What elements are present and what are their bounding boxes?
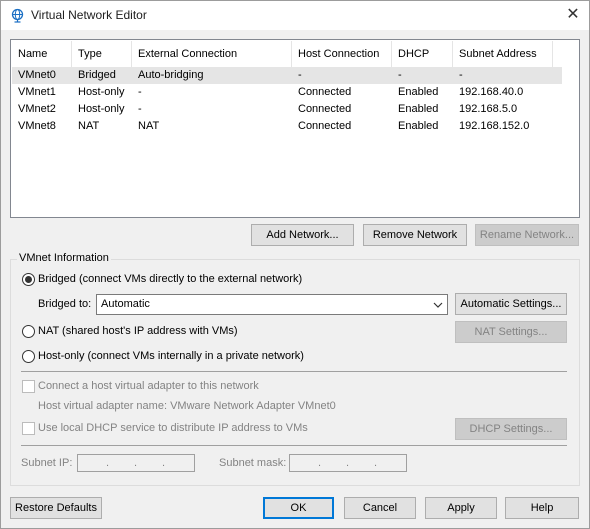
column-header-dhcp[interactable]: DHCP <box>392 41 453 68</box>
divider <box>21 445 567 446</box>
cell-subnet: 192.168.152.0 <box>459 120 530 132</box>
cell-dhcp: Enabled <box>398 120 439 132</box>
subnet-mask-label: Subnet mask: <box>219 457 287 469</box>
column-header-name[interactable]: Name <box>12 41 72 68</box>
cell-host: Connected <box>298 103 352 115</box>
help-button[interactable]: Help <box>505 497 579 519</box>
cell-host: Connected <box>298 120 352 132</box>
cancel-button[interactable]: Cancel <box>344 497 416 519</box>
ip-dot: . <box>106 457 110 469</box>
cell-subnet: 192.168.5.0 <box>459 103 518 115</box>
bridged-radio[interactable] <box>22 273 35 286</box>
dhcp-settings-button[interactable]: DHCP Settings... <box>455 418 567 440</box>
nat-settings-button[interactable]: NAT Settings... <box>455 321 567 343</box>
adapter-name-label: Host virtual adapter name: VMware Networ… <box>38 400 336 412</box>
connect-adapter-checkbox[interactable] <box>22 380 35 393</box>
cell-type: Host-only <box>78 86 125 98</box>
ip-dot: . <box>134 457 138 469</box>
host-only-label[interactable]: Host-only (connect VMs internally in a p… <box>38 349 304 363</box>
window-title: Virtual Network Editor <box>31 8 147 22</box>
group-legend: VMnet Information <box>17 252 111 264</box>
subnet-ip-label: Subnet IP: <box>21 457 73 469</box>
cell-external: - <box>138 86 142 98</box>
network-globe-icon <box>11 8 24 23</box>
table-row[interactable]: VMnet1 Host-only - Connected Enabled 192… <box>12 84 562 101</box>
list-header: Name Type External Connection Host Conne… <box>12 41 562 68</box>
cell-external: NAT <box>138 120 160 132</box>
cell-type: NAT <box>78 120 100 132</box>
column-header-external-connection[interactable]: External Connection <box>132 41 292 68</box>
automatic-settings-button[interactable]: Automatic Settings... <box>455 293 567 315</box>
ip-dot: . <box>318 457 322 469</box>
bridged-to-value: Automatic <box>101 298 150 310</box>
table-row[interactable]: VMnet8 NAT NAT Connected Enabled 192.168… <box>12 118 562 135</box>
bridged-to-select[interactable]: Automatic <box>96 294 448 315</box>
cell-external: Auto-bridging <box>138 69 204 81</box>
cell-name: VMnet2 <box>18 103 56 115</box>
bridged-to-label: Bridged to: <box>38 298 92 310</box>
rename-network-button[interactable]: Rename Network... <box>475 224 579 246</box>
add-network-button[interactable]: Add Network... <box>251 224 354 246</box>
bridged-label[interactable]: Bridged (connect VMs directly to the ext… <box>38 272 302 286</box>
cell-name: VMnet1 <box>18 86 56 98</box>
column-header-subnet-address[interactable]: Subnet Address <box>453 41 553 68</box>
title-bar: Virtual Network Editor ✕ <box>0 0 590 31</box>
chevron-down-icon <box>433 302 443 308</box>
nat-label[interactable]: NAT (shared host's IP address with VMs) <box>38 324 238 338</box>
column-header-host-connection[interactable]: Host Connection <box>292 41 392 68</box>
ip-dot: . <box>374 457 378 469</box>
remove-network-button[interactable]: Remove Network <box>363 224 467 246</box>
connect-adapter-label[interactable]: Connect a host virtual adapter to this n… <box>38 379 259 393</box>
table-row[interactable]: VMnet0 Bridged Auto-bridging - - - <box>12 67 562 84</box>
cell-host: - <box>298 69 302 81</box>
divider <box>21 371 567 372</box>
cell-type: Host-only <box>78 103 125 115</box>
cell-subnet: - <box>459 69 463 81</box>
cell-dhcp: Enabled <box>398 103 439 115</box>
ip-dot: . <box>162 457 166 469</box>
close-icon[interactable]: ✕ <box>562 5 584 27</box>
apply-button[interactable]: Apply <box>425 497 497 519</box>
table-row[interactable]: VMnet2 Host-only - Connected Enabled 192… <box>12 101 562 118</box>
column-header-type[interactable]: Type <box>72 41 132 68</box>
cell-external: - <box>138 103 142 115</box>
ip-dot: . <box>346 457 350 469</box>
cell-dhcp: - <box>398 69 402 81</box>
cell-type: Bridged <box>78 69 116 81</box>
ok-button[interactable]: OK <box>263 497 334 519</box>
host-only-radio[interactable] <box>22 350 35 363</box>
subnet-mask-field[interactable]: . . . <box>289 454 407 472</box>
nat-radio[interactable] <box>22 325 35 338</box>
cell-subnet: 192.168.40.0 <box>459 86 524 98</box>
cell-name: VMnet0 <box>18 69 56 81</box>
cell-dhcp: Enabled <box>398 86 439 98</box>
dhcp-label[interactable]: Use local DHCP service to distribute IP … <box>38 421 308 435</box>
dhcp-checkbox[interactable] <box>22 422 35 435</box>
network-list[interactable]: Name Type External Connection Host Conne… <box>10 39 580 218</box>
subnet-ip-field[interactable]: . . . <box>77 454 195 472</box>
cell-host: Connected <box>298 86 352 98</box>
cell-name: VMnet8 <box>18 120 56 132</box>
restore-defaults-button[interactable]: Restore Defaults <box>10 497 102 519</box>
